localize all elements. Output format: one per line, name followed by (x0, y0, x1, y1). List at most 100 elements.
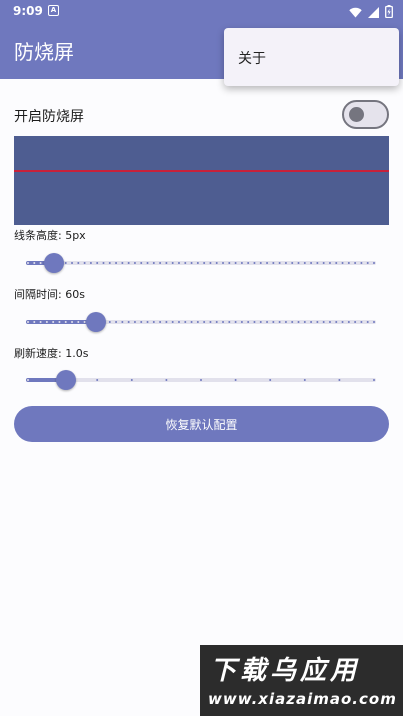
slider-tick (284, 321, 287, 323)
slider-tick (64, 262, 67, 264)
slider-tick (228, 321, 231, 323)
slider-tick (127, 321, 130, 323)
battery-icon (385, 3, 393, 22)
slider-tick (152, 262, 155, 264)
slider-tick (373, 379, 375, 381)
slider-tick (196, 321, 199, 323)
slider-tick (152, 321, 155, 323)
reset-defaults-button[interactable]: 恢复默认配置 (14, 406, 389, 442)
slider-ticks (27, 379, 375, 381)
slider-tick (121, 262, 124, 264)
watermark-url: www.xiazaimao.com (208, 690, 397, 708)
slider-tick (234, 262, 237, 264)
line-height-label: 线条高度: 5px (14, 229, 86, 242)
slider-tick (310, 262, 313, 264)
slider-tick (284, 262, 287, 264)
slider-tick (297, 262, 300, 264)
slider-tick (115, 321, 118, 323)
slider-tick (291, 321, 294, 323)
slider-tick (108, 321, 111, 323)
slider-tick (215, 321, 218, 323)
slider-tick (58, 321, 61, 323)
slider-tick (322, 262, 325, 264)
slider-tick (373, 262, 375, 264)
slider-tick (316, 262, 319, 264)
slider-tick (328, 321, 331, 323)
slider-tick (266, 262, 269, 264)
line-height-slider[interactable] (26, 251, 376, 275)
slider-tick (253, 262, 256, 264)
slider-tick (266, 321, 269, 323)
slider-tick (52, 321, 55, 323)
refresh-speed-label: 刷新速度: 1.0s (14, 347, 89, 360)
slider-thumb[interactable] (56, 370, 76, 390)
slider-tick (89, 262, 92, 264)
slider-tick (127, 262, 130, 264)
slider-tick (177, 262, 180, 264)
slider-ticks (27, 321, 375, 323)
interval-slider[interactable] (26, 310, 376, 334)
slider-tick (159, 262, 162, 264)
slider-tick (177, 321, 180, 323)
slider-tick (102, 262, 105, 264)
menu-item-about[interactable]: 关于 (238, 48, 266, 68)
slider-tick (200, 379, 202, 381)
slider-tick (297, 321, 300, 323)
slider-tick (341, 321, 344, 323)
slider-tick (366, 321, 369, 323)
slider-tick (335, 262, 338, 264)
slider-tick (278, 321, 281, 323)
slider-tick (108, 262, 111, 264)
slider-tick (33, 262, 36, 264)
slider-tick (77, 262, 80, 264)
slider-tick (96, 262, 99, 264)
slider-tick (27, 262, 29, 264)
slider-tick (165, 262, 168, 264)
slider-tick (303, 379, 306, 381)
slider-tick (165, 379, 168, 381)
slider-tick (347, 262, 350, 264)
slider-tick (338, 379, 341, 381)
slider-tick (39, 262, 42, 264)
slider-tick (234, 379, 237, 381)
slider-tick (272, 321, 275, 323)
preview-line (14, 170, 389, 172)
slider-tick (278, 262, 281, 264)
slider-tick (165, 321, 168, 323)
slider-tick (146, 321, 149, 323)
slider-tick (259, 321, 262, 323)
watermark-logo: 下载乌应用 www.xiazaimao.com (200, 645, 403, 716)
slider-tick (190, 321, 193, 323)
switch-thumb (349, 107, 364, 122)
slider-tick (272, 262, 275, 264)
slider-tick (373, 321, 375, 323)
slider-tick (259, 262, 262, 264)
slider-tick (171, 321, 174, 323)
slider-tick (222, 262, 225, 264)
slider-tick (27, 321, 29, 323)
notification-icon: A (48, 5, 59, 16)
slider-tick (303, 262, 306, 264)
slider-tick (184, 321, 187, 323)
slider-tick (228, 262, 231, 264)
slider-tick (316, 321, 319, 323)
refresh-speed-slider[interactable] (26, 368, 376, 392)
slider-tick (247, 321, 250, 323)
slider-tick (71, 321, 74, 323)
slider-thumb[interactable] (44, 253, 64, 273)
slider-tick (303, 321, 306, 323)
slider-tick (222, 321, 225, 323)
slider-tick (354, 262, 357, 264)
slider-tick (184, 262, 187, 264)
slider-tick (209, 321, 212, 323)
burn-in-protection-label: 开启防烧屏 (14, 109, 84, 125)
slider-tick (159, 321, 162, 323)
slider-tick (33, 321, 36, 323)
slider-tick (45, 321, 48, 323)
burn-in-protection-switch[interactable] (342, 100, 389, 129)
slider-tick (133, 262, 136, 264)
slider-tick (360, 321, 363, 323)
slider-thumb[interactable] (86, 312, 106, 332)
slider-tick (140, 321, 143, 323)
slider-tick (96, 379, 99, 381)
